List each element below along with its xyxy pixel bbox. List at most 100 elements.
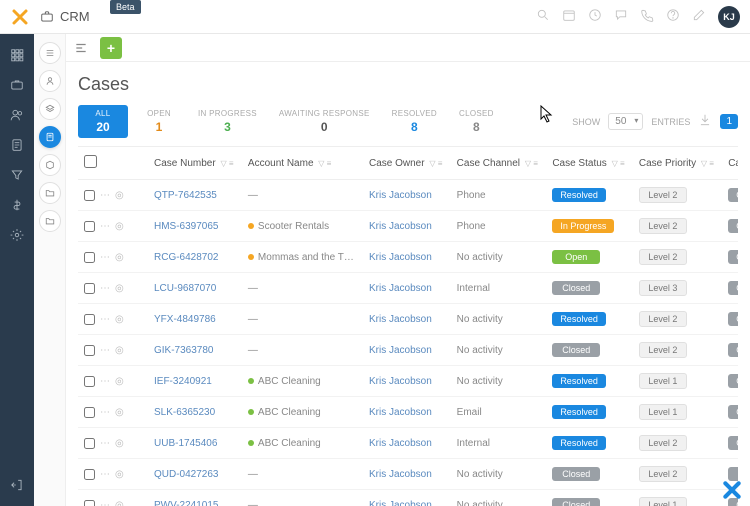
search-icon[interactable]	[536, 8, 550, 25]
case-owner[interactable]: Kris Jacobson	[363, 459, 451, 490]
case-owner[interactable]: Kris Jacobson	[363, 242, 451, 273]
account-name[interactable]: Mommas and the T…	[242, 242, 363, 273]
case-number[interactable]: IEF-3240921	[148, 366, 242, 397]
case-owner[interactable]: Kris Jacobson	[363, 180, 451, 211]
view-icon[interactable]: ◎	[115, 221, 124, 232]
column-header[interactable]: Case Topic ▽ ≡	[722, 147, 738, 180]
column-header[interactable]: Case Number ▽ ≡	[148, 147, 242, 180]
row-checkbox[interactable]	[84, 283, 95, 294]
app-logo-icon[interactable]	[10, 7, 30, 27]
row-checkbox[interactable]	[84, 438, 95, 449]
column-header[interactable]: Case Owner ▽ ≡	[363, 147, 451, 180]
case-number[interactable]: GIK-7363780	[148, 335, 242, 366]
case-owner[interactable]: Kris Jacobson	[363, 366, 451, 397]
account-name[interactable]: ABC Cleaning	[242, 366, 363, 397]
account-name[interactable]: ABC Cleaning	[242, 428, 363, 459]
table-row[interactable]: ⋯ ◎PWV-2241015—Kris JacobsonNo activityC…	[78, 490, 738, 506]
view-icon[interactable]: ◎	[115, 469, 124, 480]
account-name[interactable]: —	[242, 304, 363, 335]
collapse-panel-icon[interactable]	[74, 39, 92, 57]
view-icon[interactable]: ◎	[115, 376, 124, 387]
view-icon[interactable]: ◎	[115, 407, 124, 418]
filter-chip[interactable]: RESOLVED8	[384, 105, 445, 138]
case-number[interactable]: YFX-4849786	[148, 304, 242, 335]
case-owner[interactable]: Kris Jacobson	[363, 397, 451, 428]
row-checkbox[interactable]	[84, 314, 95, 325]
phone-icon[interactable]	[640, 8, 654, 25]
case-number[interactable]: UUB-1745406	[148, 428, 242, 459]
more-icon[interactable]: ⋯	[100, 407, 110, 418]
row-checkbox[interactable]	[84, 221, 95, 232]
table-row[interactable]: ⋯ ◎LCU-9687070—Kris JacobsonInternalClos…	[78, 273, 738, 304]
clock-icon[interactable]	[588, 8, 602, 25]
sidebar-folder2-icon[interactable]	[39, 210, 61, 232]
sidebar-user-icon[interactable]	[39, 70, 61, 92]
more-icon[interactable]: ⋯	[100, 283, 110, 294]
account-name[interactable]: —	[242, 335, 363, 366]
column-header[interactable]: Case Status ▽ ≡	[546, 147, 633, 180]
table-row[interactable]: ⋯ ◎QTP-7642535—Kris JacobsonPhoneResolve…	[78, 180, 738, 211]
account-name[interactable]: —	[242, 273, 363, 304]
view-icon[interactable]: ◎	[115, 190, 124, 201]
table-row[interactable]: ⋯ ◎GIK-7363780—Kris JacobsonNo activityC…	[78, 335, 738, 366]
more-icon[interactable]: ⋯	[100, 252, 110, 263]
row-checkbox[interactable]	[84, 252, 95, 263]
sidebar-layers-icon[interactable]	[39, 98, 61, 120]
more-icon[interactable]: ⋯	[100, 376, 110, 387]
view-icon[interactable]: ◎	[115, 314, 124, 325]
case-owner[interactable]: Kris Jacobson	[363, 428, 451, 459]
sidebar-package-icon[interactable]	[39, 154, 61, 176]
case-number[interactable]: LCU-9687070	[148, 273, 242, 304]
case-number[interactable]: SLK-6365230	[148, 397, 242, 428]
support-chat-icon[interactable]	[722, 480, 742, 500]
case-number[interactable]: PWV-2241015	[148, 490, 242, 506]
account-name[interactable]: —	[242, 459, 363, 490]
case-number[interactable]: QTP-7642535	[148, 180, 242, 211]
users-nav-icon[interactable]	[7, 105, 27, 125]
calendar-icon[interactable]	[562, 8, 576, 25]
table-row[interactable]: ⋯ ◎UUB-1745406ABC CleaningKris JacobsonI…	[78, 428, 738, 459]
row-checkbox[interactable]	[84, 345, 95, 356]
more-icon[interactable]: ⋯	[100, 314, 110, 325]
row-checkbox[interactable]	[84, 190, 95, 201]
sidebar-folder-icon[interactable]	[39, 182, 61, 204]
account-name[interactable]: —	[242, 490, 363, 506]
case-owner[interactable]: Kris Jacobson	[363, 304, 451, 335]
document-nav-icon[interactable]	[7, 135, 27, 155]
view-icon[interactable]: ◎	[115, 283, 124, 294]
sidebar-collapse-icon[interactable]	[39, 42, 61, 64]
row-checkbox[interactable]	[84, 376, 95, 387]
filter-nav-icon[interactable]	[7, 165, 27, 185]
cases-table-wrap[interactable]: Case Number ▽ ≡Account Name ▽ ≡Case Owne…	[78, 146, 738, 506]
filter-chip[interactable]: OPEN1	[134, 105, 184, 138]
row-checkbox[interactable]	[84, 407, 95, 418]
view-icon[interactable]: ◎	[115, 345, 124, 356]
settings-nav-icon[interactable]	[7, 225, 27, 245]
view-icon[interactable]: ◎	[115, 500, 124, 506]
apps-icon[interactable]	[7, 45, 27, 65]
account-name[interactable]: ABC Cleaning	[242, 397, 363, 428]
column-header[interactable]: Case Channel ▽ ≡	[451, 147, 547, 180]
case-number[interactable]: RCG-6428702	[148, 242, 242, 273]
filter-chip[interactable]: AWAITING RESPONSE0	[271, 105, 378, 138]
case-number[interactable]: QUD-0427263	[148, 459, 242, 490]
briefcase-nav-icon[interactable]	[7, 75, 27, 95]
more-icon[interactable]: ⋯	[100, 469, 110, 480]
column-header[interactable]: Account Name ▽ ≡	[242, 147, 363, 180]
download-icon[interactable]	[698, 113, 712, 130]
select-all-checkbox[interactable]	[84, 155, 97, 168]
account-name[interactable]: Scooter Rentals	[242, 211, 363, 242]
avatar[interactable]: KJ	[718, 6, 740, 28]
page-number[interactable]: 1	[720, 114, 738, 129]
more-icon[interactable]: ⋯	[100, 345, 110, 356]
case-owner[interactable]: Kris Jacobson	[363, 335, 451, 366]
more-icon[interactable]: ⋯	[100, 221, 110, 232]
view-icon[interactable]: ◎	[115, 438, 124, 449]
case-number[interactable]: HMS-6397065	[148, 211, 242, 242]
table-row[interactable]: ⋯ ◎QUD-0427263—Kris JacobsonNo activityC…	[78, 459, 738, 490]
case-owner[interactable]: Kris Jacobson	[363, 211, 451, 242]
table-row[interactable]: ⋯ ◎RCG-6428702Mommas and the T…Kris Jaco…	[78, 242, 738, 273]
app-title[interactable]: CRM	[40, 9, 90, 24]
row-checkbox[interactable]	[84, 500, 95, 506]
column-header[interactable]: Case Priority ▽ ≡	[633, 147, 722, 180]
